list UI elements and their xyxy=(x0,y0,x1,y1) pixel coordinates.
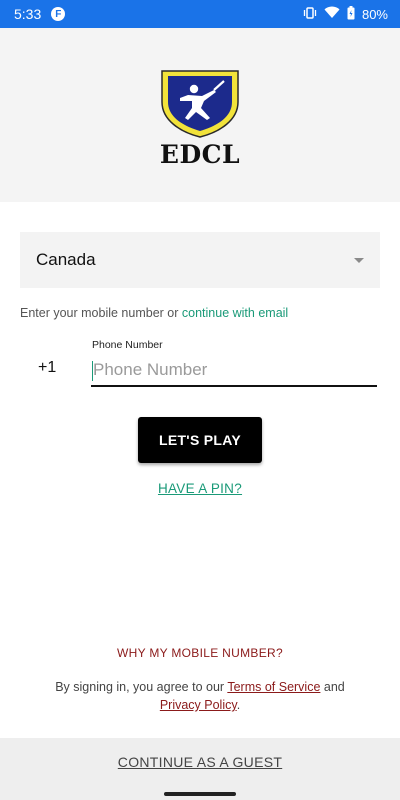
dropdown-arrow-icon xyxy=(354,257,364,263)
terms-text: By signing in, you agree to our Terms of… xyxy=(0,678,400,714)
vibrate-icon xyxy=(303,6,317,23)
have-a-pin-link[interactable]: HAVE A PIN? xyxy=(0,481,400,496)
lets-play-button[interactable]: LET'S PLAY xyxy=(138,417,262,463)
header-logo-area: EDCL xyxy=(0,28,400,202)
privacy-suffix: . xyxy=(236,698,241,712)
text-cursor xyxy=(92,361,93,381)
country-code: +1 xyxy=(38,359,57,376)
privacy-policy-link[interactable]: Privacy Policy xyxy=(160,698,237,712)
battery-percent: 80% xyxy=(361,6,388,22)
terms-prefix: By signing in, you agree to our xyxy=(55,680,225,694)
phone-number-input[interactable] xyxy=(91,355,377,387)
guest-bar: CONTINUE AS A GUEST xyxy=(0,738,400,786)
home-indicator[interactable] xyxy=(164,792,236,796)
helper-prefix: Enter your mobile number or xyxy=(20,306,179,320)
battery-icon xyxy=(347,5,355,23)
terms-and: and xyxy=(323,680,345,694)
why-mobile-number-link[interactable]: WHY MY MOBILE NUMBER? xyxy=(0,646,400,660)
continue-with-email-link[interactable]: continue with email xyxy=(182,306,288,320)
helper-text: Enter your mobile number or continue wit… xyxy=(20,306,288,320)
logo: EDCL xyxy=(158,68,242,169)
status-bar: 5:33 F 80% xyxy=(0,0,400,28)
terms-of-service-link[interactable]: Terms of Service xyxy=(227,680,320,694)
logo-text: EDCL xyxy=(159,139,241,169)
phone-number-label: Phone Number xyxy=(92,339,163,351)
continue-as-guest-link[interactable]: CONTINUE AS A GUEST xyxy=(118,754,282,770)
app-notification-icon: F xyxy=(51,7,66,21)
shield-logo-icon xyxy=(161,69,239,138)
country-select[interactable]: Canada xyxy=(20,232,380,288)
status-time: 5:33 xyxy=(14,6,42,22)
wifi-icon xyxy=(324,6,340,22)
gesture-nav-bar xyxy=(0,786,400,800)
country-select-value: Canada xyxy=(36,250,96,269)
